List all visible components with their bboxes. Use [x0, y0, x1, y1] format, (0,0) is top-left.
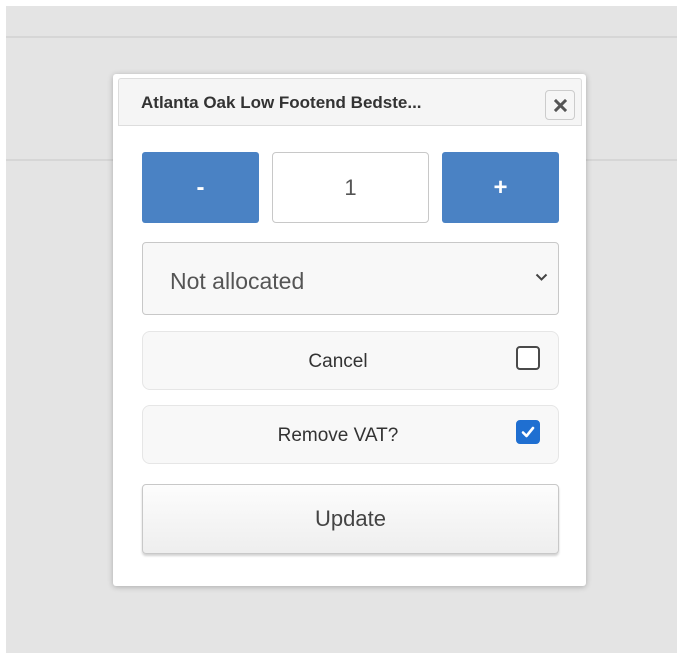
update-button[interactable]: Update	[142, 484, 559, 554]
close-button[interactable]	[545, 90, 575, 120]
checkmark-icon	[521, 426, 535, 438]
background-divider	[6, 36, 677, 38]
close-icon	[554, 99, 567, 112]
allocation-select[interactable]: Not allocated	[142, 242, 559, 315]
increase-quantity-button[interactable]: +	[442, 152, 559, 223]
chevron-down-icon	[535, 273, 548, 281]
allocation-selected-value: Not allocated	[170, 268, 305, 294]
cancel-option-label: Cancel	[308, 351, 368, 372]
cancel-option-row: Cancel	[142, 331, 559, 390]
remove-vat-option-label: Remove VAT?	[277, 425, 399, 446]
cancel-checkbox[interactable]	[516, 346, 540, 370]
dialog-title: Atlanta Oak Low Footend Bedste...	[141, 93, 422, 112]
decrease-quantity-button[interactable]: -	[142, 152, 259, 223]
dialog-header: Atlanta Oak Low Footend Bedste...	[118, 78, 582, 126]
quantity-input[interactable]	[272, 152, 429, 223]
remove-vat-checkbox[interactable]	[516, 420, 540, 444]
remove-vat-option-row: Remove VAT?	[142, 405, 559, 464]
